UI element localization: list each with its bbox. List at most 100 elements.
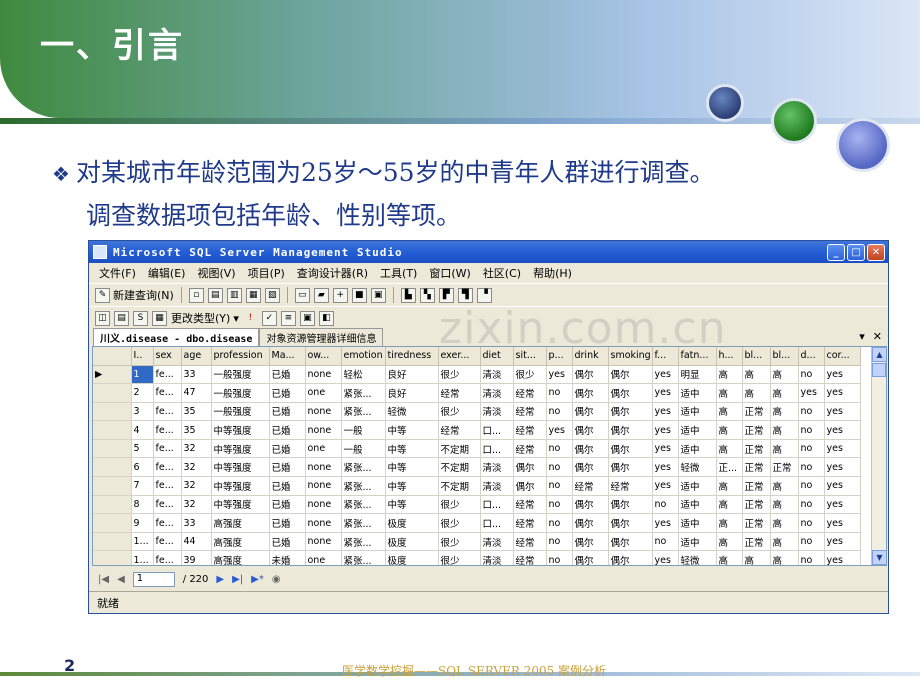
table-cell[interactable]: yes bbox=[652, 439, 679, 459]
table-cell[interactable]: no bbox=[798, 550, 825, 565]
show-sql-pane-icon[interactable]: S bbox=[133, 310, 148, 326]
table-cell[interactable]: 高 bbox=[770, 550, 799, 565]
table-cell[interactable]: none bbox=[305, 402, 342, 422]
save-icon[interactable]: ■ bbox=[351, 287, 367, 303]
row-selector[interactable] bbox=[93, 532, 132, 552]
table-cell[interactable]: 已婚 bbox=[269, 532, 306, 552]
table-cell[interactable]: yes bbox=[546, 420, 573, 440]
column-header[interactable]: bl... bbox=[742, 347, 771, 366]
table-cell[interactable]: yes bbox=[824, 420, 861, 440]
table-cell[interactable]: none bbox=[305, 513, 342, 533]
table-cell[interactable]: 32 bbox=[181, 439, 212, 459]
table-cell[interactable]: 偶尔 bbox=[572, 420, 609, 440]
mdx-query-icon[interactable]: ▦ bbox=[245, 287, 261, 303]
table-cell[interactable]: yes bbox=[824, 402, 861, 422]
table-cell[interactable]: 偶尔 bbox=[608, 550, 653, 565]
table-row[interactable]: 8 fe... 32 中等强度 已婚 none 紧张... 中等 很少 口... 经常 no 偶尔 偶尔 n… bbox=[93, 495, 861, 515]
table-cell[interactable]: 已婚 bbox=[269, 383, 306, 403]
table-cell[interactable]: 8 bbox=[131, 495, 154, 515]
table-row[interactable]: 2 fe... 47 一般强度 已婚 one 紧张... 良好 经常 清淡 经常 no 偶尔 偶尔 yes 适… bbox=[93, 383, 861, 403]
table-cell[interactable]: 32 bbox=[181, 457, 212, 478]
table-cell[interactable]: 高 bbox=[716, 476, 743, 496]
table-cell[interactable]: 偶尔 bbox=[572, 532, 609, 552]
table-cell[interactable]: no bbox=[798, 439, 825, 459]
table-cell[interactable]: 紧张... bbox=[341, 513, 386, 533]
menu-item-6[interactable]: 窗口(W) bbox=[429, 265, 470, 281]
row-selector[interactable] bbox=[93, 513, 132, 533]
table-cell[interactable]: 偶尔 bbox=[608, 495, 653, 515]
table-cell[interactable]: 偶尔 bbox=[608, 532, 653, 552]
table-cell[interactable]: 适中 bbox=[678, 476, 717, 496]
table-cell[interactable]: fe... bbox=[153, 495, 182, 515]
table-cell[interactable]: 35 bbox=[181, 420, 212, 440]
table-cell[interactable]: 适中 bbox=[678, 532, 717, 552]
menu-item-5[interactable]: 工具(T) bbox=[380, 265, 417, 281]
table-cell[interactable]: 高 bbox=[770, 420, 799, 440]
table-cell[interactable]: 高 bbox=[716, 402, 743, 422]
table-cell[interactable]: yes bbox=[652, 402, 679, 422]
menu-item-1[interactable]: 编辑(E) bbox=[148, 265, 186, 281]
save-all-icon[interactable]: ▣ bbox=[370, 287, 386, 303]
table-cell[interactable]: 轻微 bbox=[385, 402, 439, 422]
current-record-input[interactable]: 1 bbox=[132, 571, 175, 587]
table-cell[interactable]: 高 bbox=[742, 383, 771, 403]
table-cell[interactable]: 偶尔 bbox=[608, 365, 653, 385]
table-cell[interactable]: yes bbox=[824, 457, 861, 478]
table-cell[interactable]: yes bbox=[824, 383, 861, 403]
tab-object-explorer-details[interactable]: 对象资源管理器详细信息 bbox=[259, 328, 384, 346]
table-cell[interactable]: fe... bbox=[153, 476, 182, 496]
row-selector[interactable] bbox=[93, 439, 132, 459]
last-record-icon[interactable]: ▶| bbox=[232, 574, 243, 585]
table-cell[interactable]: yes bbox=[652, 457, 679, 478]
table-row[interactable]: 3 fe... 35 一般强度 已婚 none 紧张... 轻微 很少 清淡 经常 no 偶尔 偶尔 yes… bbox=[93, 402, 861, 422]
table-cell[interactable]: 正常 bbox=[770, 457, 799, 478]
table-cell[interactable]: 很少 bbox=[438, 532, 481, 552]
table-row[interactable]: 1... fe... 39 高强度 未婚 one 紧张... 极度 很少 清淡 经常 no 偶尔 偶尔 ye… bbox=[93, 550, 861, 565]
column-header[interactable]: age bbox=[181, 347, 212, 366]
table-cell[interactable]: 已婚 bbox=[269, 365, 306, 385]
table-cell[interactable]: 高 bbox=[716, 383, 743, 403]
show-criteria-pane-icon[interactable]: ▤ bbox=[114, 310, 129, 326]
table-cell[interactable]: 4 bbox=[131, 420, 154, 440]
table-cell[interactable]: 适中 bbox=[678, 495, 717, 515]
table-cell[interactable]: 已婚 bbox=[269, 495, 306, 515]
table-cell[interactable]: 很少 bbox=[438, 495, 481, 515]
table-cell[interactable]: 一般强度 bbox=[211, 365, 270, 385]
table-cell[interactable]: 紧张... bbox=[341, 550, 386, 565]
table-cell[interactable]: 不定期 bbox=[438, 457, 481, 478]
table-cell[interactable]: 一般 bbox=[341, 439, 386, 459]
table-cell[interactable]: 正常 bbox=[742, 420, 771, 440]
table-cell[interactable]: no bbox=[546, 550, 573, 565]
table-cell[interactable]: 经常 bbox=[438, 383, 481, 403]
menu-item-4[interactable]: 查询设计器(R) bbox=[297, 265, 368, 281]
table-cell[interactable]: no bbox=[798, 532, 825, 552]
table-cell[interactable]: no bbox=[546, 383, 573, 403]
table-cell[interactable]: 7 bbox=[131, 476, 154, 496]
table-cell[interactable]: 正常 bbox=[742, 513, 771, 533]
column-header[interactable]: d... bbox=[798, 347, 825, 366]
new-file-icon[interactable]: ▫ bbox=[188, 287, 204, 303]
close-tab-icon[interactable]: ✕ bbox=[873, 330, 882, 343]
table-cell[interactable]: 清淡 bbox=[480, 457, 514, 478]
table-cell[interactable]: yes bbox=[652, 420, 679, 440]
table-cell[interactable]: 偶尔 bbox=[608, 420, 653, 440]
table-cell[interactable]: no bbox=[546, 532, 573, 552]
table-cell[interactable]: 9 bbox=[131, 513, 154, 533]
table-cell[interactable]: yes bbox=[652, 513, 679, 533]
row-selector[interactable] bbox=[93, 476, 132, 496]
database-query-icon[interactable]: ▤ bbox=[207, 287, 223, 303]
table-cell[interactable]: 偶尔 bbox=[572, 365, 609, 385]
tab-disease-table[interactable]: 川义.disease - dbo.disease bbox=[93, 328, 260, 346]
table-row[interactable]: 6 fe... 32 中等强度 已婚 none 紧张... 中等 不定期 清淡 偶尔 no 偶尔 偶尔 ye… bbox=[93, 457, 861, 478]
table-cell[interactable]: 高 bbox=[770, 476, 799, 496]
table-cell[interactable]: 高 bbox=[716, 550, 743, 565]
table-cell[interactable]: fe... bbox=[153, 365, 182, 385]
table-cell[interactable]: 经常 bbox=[513, 420, 547, 440]
table-cell[interactable]: 偶尔 bbox=[608, 439, 653, 459]
table-cell[interactable]: no bbox=[652, 532, 679, 552]
table-cell[interactable]: 经常 bbox=[513, 550, 547, 565]
table-row[interactable]: 1... fe... 44 高强度 已婚 none 紧张... 极度 很少 清淡 经常 no 偶尔 偶尔 n… bbox=[93, 532, 861, 552]
row-selector[interactable]: ▶ bbox=[93, 365, 132, 385]
menu-item-0[interactable]: 文件(F) bbox=[99, 265, 136, 281]
grid-corner[interactable] bbox=[93, 347, 132, 366]
